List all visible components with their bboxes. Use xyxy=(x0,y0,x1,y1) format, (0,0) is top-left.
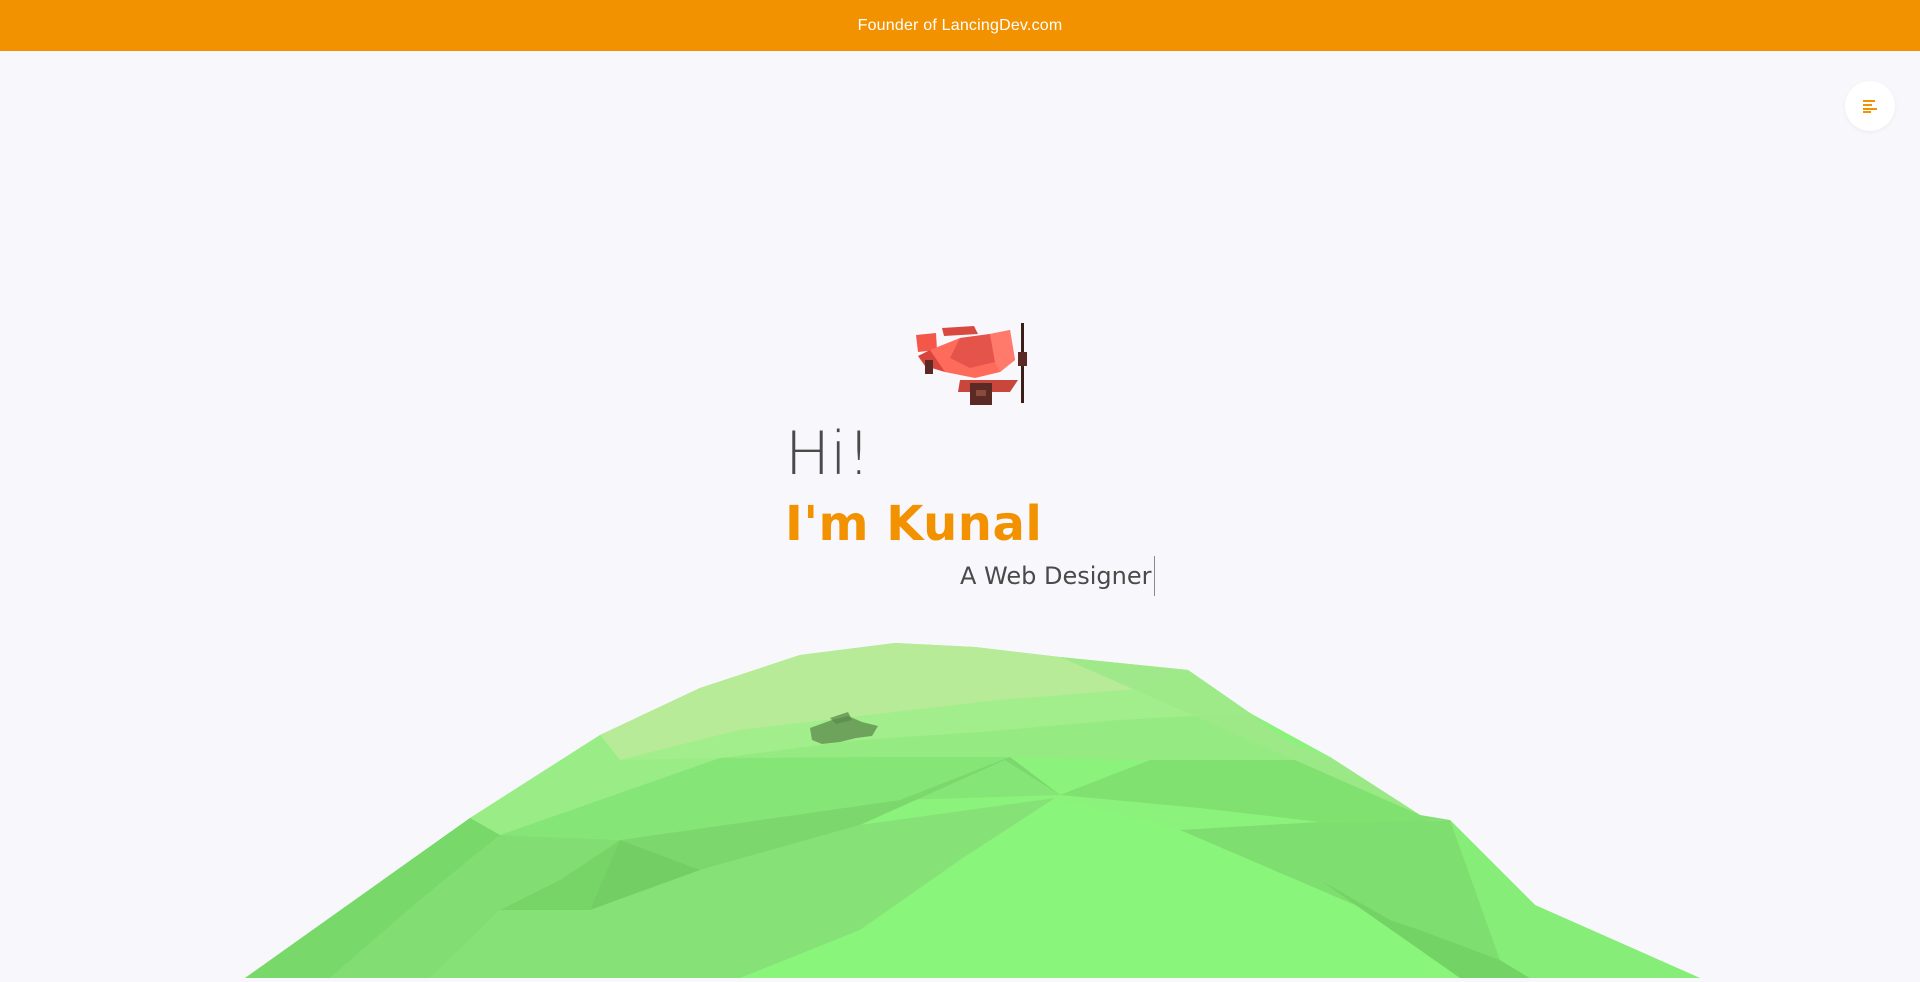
name-heading: I'm Kunal xyxy=(785,496,1043,552)
low-poly-planet xyxy=(245,643,1700,978)
greeting-heading: Hi! xyxy=(785,419,871,489)
menu-button[interactable] xyxy=(1845,81,1895,131)
hero-text: Hi! I'm Kunal xyxy=(785,418,1145,552)
typing-cursor xyxy=(1153,556,1155,596)
red-airplane-icon xyxy=(916,323,1027,405)
role-text: A Web Designer xyxy=(960,562,1152,590)
role-typewriter: A Web Designer xyxy=(960,556,1155,596)
top-banner: Founder of LancingDev.com xyxy=(0,0,1920,51)
menu-icon xyxy=(1863,100,1877,113)
banner-text[interactable]: Founder of LancingDev.com xyxy=(858,17,1063,35)
